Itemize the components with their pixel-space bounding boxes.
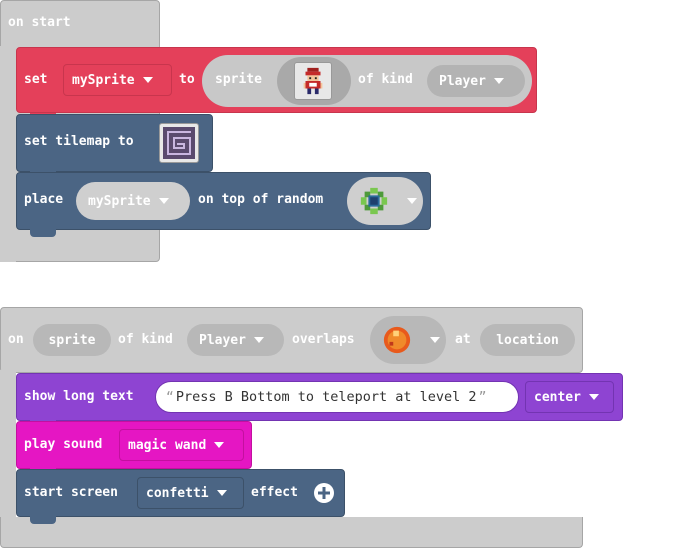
sprite-reporter-label: sprite (48, 332, 96, 348)
on-label: on (8, 332, 24, 347)
show-long-text-label: show long text (24, 389, 134, 404)
kind-dropdown-label: Player (439, 73, 486, 89)
sound-dropdown-label: magic wand (128, 437, 207, 453)
set-tilemap-label: set tilemap to (24, 134, 134, 149)
effect-label: effect (251, 485, 298, 500)
place-label: place (24, 192, 64, 207)
set-label: set (24, 72, 48, 87)
to-label: to (179, 72, 195, 87)
flower-tile-icon (360, 187, 388, 215)
position-dropdown-label: center (534, 389, 581, 405)
location-reporter[interactable]: location (480, 324, 575, 356)
tilemap-picker[interactable] (159, 123, 199, 163)
overlaps-label: overlaps (292, 332, 355, 347)
orange-orb-tile-icon (383, 326, 411, 354)
chevron-down-icon (216, 490, 227, 496)
variable-dropdown-mysprite[interactable]: mySprite (63, 64, 172, 96)
chevron-down-icon (588, 394, 599, 400)
chevron-down-icon (430, 337, 440, 343)
variable-dropdown-label: mySprite (72, 72, 135, 88)
sound-dropdown-magic-wand[interactable]: magic wand (119, 429, 244, 461)
kind-dropdown-player-2[interactable]: Player (187, 324, 284, 356)
of-kind-label-2: of kind (118, 332, 173, 347)
sprite-label: sprite (215, 72, 262, 87)
position-dropdown-center[interactable]: center (525, 381, 614, 413)
on-start-label: on start (8, 15, 71, 30)
location-reporter-label: location (496, 332, 559, 348)
tile-picker-orb[interactable] (370, 316, 446, 364)
kind-dropdown-label: Player (199, 332, 246, 348)
sprite-reporter[interactable]: sprite (33, 324, 111, 356)
tile-picker-flower[interactable] (347, 177, 423, 225)
plus-circle-icon[interactable] (313, 482, 335, 504)
tilemap-maze-icon (163, 127, 195, 159)
text-input-field[interactable]: “ Press B Bottom to teleport at level 2 … (155, 381, 519, 413)
effect-dropdown-label: confetti (146, 485, 209, 501)
start-screen-label: start screen (24, 485, 118, 500)
chevron-down-icon (407, 198, 417, 204)
effect-dropdown-confetti[interactable]: confetti (137, 477, 244, 509)
variable-dropdown-mysprite-2[interactable]: mySprite (76, 182, 190, 220)
on-top-of-random-label: on top of random (198, 192, 324, 207)
play-sound-label: play sound (24, 437, 103, 452)
text-input-value: Press B Bottom to teleport at level 2 (175, 389, 477, 405)
chevron-down-icon (158, 198, 169, 204)
player-avatar-icon (303, 67, 323, 95)
chevron-down-icon (493, 78, 504, 84)
variable-dropdown-label: mySprite (88, 193, 151, 209)
at-label: at (455, 332, 471, 347)
chevron-down-icon (142, 77, 153, 83)
of-kind-label: of kind (358, 72, 413, 87)
sprite-image-picker[interactable] (277, 57, 351, 105)
chevron-down-icon (253, 337, 264, 343)
chevron-down-icon (214, 442, 225, 448)
kind-dropdown-player[interactable]: Player (427, 65, 525, 97)
